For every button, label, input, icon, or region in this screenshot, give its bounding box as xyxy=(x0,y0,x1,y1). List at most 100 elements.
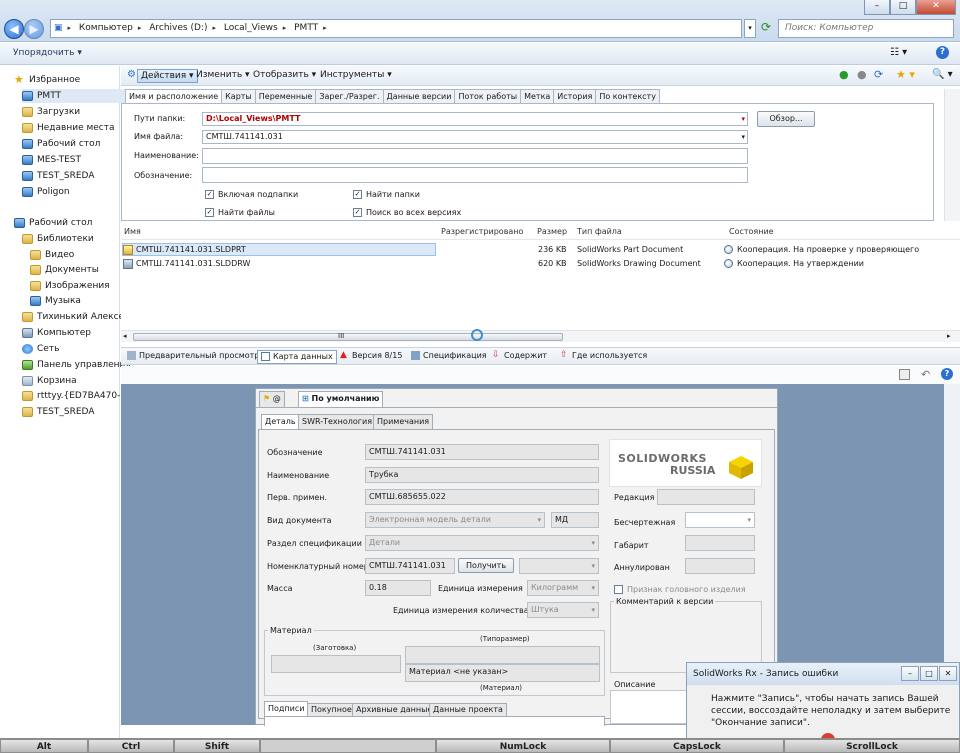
tab-part[interactable]: Деталь xyxy=(261,414,300,429)
tab-purchased[interactable]: Покупное xyxy=(307,703,356,716)
tab-where-used[interactable]: ⇧ Где используется xyxy=(557,350,650,364)
tab-card-default[interactable]: ⊞ По умолчанию xyxy=(298,391,384,407)
tab-cards[interactable]: Карты xyxy=(221,89,256,104)
refresh-icon[interactable]: ⟳ xyxy=(758,19,774,38)
name-field[interactable] xyxy=(202,148,748,164)
find-folders-checkbox[interactable]: ✓ Найти папки xyxy=(353,189,420,200)
tools-menu[interactable]: Инструменты ▾ xyxy=(317,69,395,83)
nav-pmtt[interactable]: PMTT xyxy=(22,89,142,103)
key-alt[interactable]: Alt xyxy=(0,739,88,753)
maximize-icon[interactable]: □ xyxy=(890,0,916,15)
card-help-icon[interactable]: ? xyxy=(941,368,953,380)
organize-button[interactable]: Упорядочить ▾ xyxy=(13,48,82,58)
popup-maximize-icon[interactable]: □ xyxy=(920,666,938,681)
spec-section-select[interactable]: Детали ▾ xyxy=(365,535,599,551)
nav-desktop[interactable]: Рабочий стол xyxy=(14,216,134,230)
tab-archive-data[interactable]: Архивные данные xyxy=(352,703,437,716)
blank-field[interactable] xyxy=(271,655,401,673)
overall-field[interactable] xyxy=(685,535,755,551)
col-checked-out[interactable]: Разрегистрировано xyxy=(441,227,523,236)
tab-version-data[interactable]: Данные версии xyxy=(382,89,456,104)
start-search-icon[interactable]: ● xyxy=(836,69,852,83)
breadcrumb[interactable]: ▣ ▸ Компьютер ▸ Archives (D:) ▸ Local_Views… xyxy=(50,19,742,38)
breadcrumb-computer[interactable]: Компьютер xyxy=(76,20,136,37)
tab-workflow[interactable]: Поток работы xyxy=(454,89,522,104)
search-all-versions-checkbox[interactable]: ✓ Поиск во всех версиях xyxy=(353,207,461,218)
tab-label[interactable]: Метка xyxy=(520,89,555,104)
popup-close-icon[interactable]: ✕ xyxy=(939,666,957,681)
scroll-thumb[interactable]: III xyxy=(133,332,563,341)
key-scrolllock[interactable]: ScrollLock xyxy=(784,739,960,753)
tab-project-data[interactable]: Данные проекта xyxy=(429,703,507,716)
key-capslock[interactable]: CapsLock xyxy=(610,739,784,753)
search-options-icon[interactable]: 🔍 ▾ xyxy=(929,69,956,83)
col-name[interactable]: Имя xyxy=(124,227,141,236)
doc-code-field[interactable]: МД xyxy=(551,512,599,528)
tab-signatures[interactable]: Подписи xyxy=(264,701,309,716)
tab-card-at[interactable]: ⚑ @ xyxy=(259,391,285,407)
tab-version[interactable]: ▲ Версия 8/15 xyxy=(337,350,405,364)
tab-history[interactable]: История xyxy=(553,89,597,104)
tab-bom[interactable]: Спецификация xyxy=(408,350,490,364)
browse-button[interactable]: Обзор... xyxy=(757,111,815,127)
card-name-field[interactable]: Трубка xyxy=(365,467,599,483)
qty-unit-select[interactable]: Штука ▾ xyxy=(527,602,599,618)
minimize-icon[interactable]: – xyxy=(864,0,890,15)
tab-variables[interactable]: Переменные xyxy=(254,89,317,104)
card-designation-field[interactable]: СМТШ.741141.031 xyxy=(365,444,599,460)
modify-menu[interactable]: Изменить ▾ xyxy=(193,69,253,83)
include-subfolders-checkbox[interactable]: ✓ Включая подпапки xyxy=(205,189,298,200)
key-shift[interactable]: Shift xyxy=(174,739,260,753)
display-menu[interactable]: Отобразить ▾ xyxy=(250,69,319,83)
edition-field[interactable] xyxy=(657,489,755,505)
mass-field[interactable]: 0.18 xyxy=(365,580,431,596)
key-ctrl[interactable]: Ctrl xyxy=(88,739,174,753)
favorites-search-icon[interactable]: ★ ▾ xyxy=(893,69,918,83)
doc-type-select[interactable]: Электронная модель детали ▾ xyxy=(365,512,545,528)
forward-icon[interactable]: ▶ xyxy=(24,19,44,39)
tab-notes[interactable]: Примечания xyxy=(373,414,434,429)
unit-select[interactable]: Килограмм ▾ xyxy=(527,580,599,596)
tab-contains[interactable]: ⇩ Содержит xyxy=(489,350,550,364)
designation-field[interactable] xyxy=(202,167,748,183)
search-input[interactable]: Поиск: Компьютер xyxy=(778,19,954,38)
file-name-field[interactable]: СМТШ.741141.031 ▾ xyxy=(202,130,748,144)
table-row[interactable]: СМТШ.741141.031.SLDPRT 236 KB SolidWorks… xyxy=(121,243,960,256)
folder-path-field[interactable]: D:\Local_Views\PMTT ▾ xyxy=(202,112,748,126)
breadcrumb-archives[interactable]: Archives (D:) xyxy=(146,20,210,37)
col-state[interactable]: Состояние xyxy=(729,227,774,236)
view-options-icon[interactable]: ☷ ▾ xyxy=(890,47,907,58)
tab-swr-tech[interactable]: SWR-Технология xyxy=(298,414,376,429)
key-space[interactable] xyxy=(260,739,436,753)
material-field[interactable]: Материал <не указан> xyxy=(405,664,600,682)
first-use-field[interactable]: СМТШ.685655.022 xyxy=(365,489,599,505)
tab-data-card[interactable]: Карта данных xyxy=(257,350,337,364)
col-file-type[interactable]: Тип файла xyxy=(577,227,622,236)
close-icon[interactable]: ✕ xyxy=(916,0,956,15)
col-size[interactable]: Размер xyxy=(537,227,567,236)
address-dropdown-icon[interactable]: ▾ xyxy=(744,19,756,38)
scroll-right-icon[interactable]: ▸ xyxy=(947,332,951,340)
breadcrumb-pmtt[interactable]: PMTT xyxy=(291,20,321,37)
back-icon[interactable]: ◀ xyxy=(4,19,24,39)
size-field[interactable] xyxy=(405,646,600,664)
drawingless-select[interactable]: ▾ xyxy=(685,512,755,528)
table-row[interactable]: СМТШ.741141.031.SLDDRW 620 KB SolidWorks… xyxy=(121,257,960,270)
item-number-select[interactable]: ▾ xyxy=(519,558,599,574)
cancelled-field[interactable] xyxy=(685,558,755,574)
find-files-checkbox[interactable]: ✓ Найти файлы xyxy=(205,207,275,218)
stop-search-icon[interactable]: ● xyxy=(854,69,870,83)
popup-minimize-icon[interactable]: – xyxy=(901,666,919,681)
tab-context[interactable]: По контексту xyxy=(595,89,660,104)
tab-preview[interactable]: Предварительный просмотр xyxy=(124,350,262,364)
tab-checked-in-out[interactable]: Зарег./Разрег. xyxy=(315,89,384,104)
undo-icon[interactable]: ↶ xyxy=(921,368,930,381)
save-icon[interactable] xyxy=(899,369,910,380)
breadcrumb-local-views[interactable]: Local_Views xyxy=(221,20,281,37)
refresh-search-icon[interactable]: ⟳ xyxy=(871,69,886,83)
item-number-field[interactable]: СМТШ.741141.031 xyxy=(365,558,455,574)
nav-favorites[interactable]: ★ Избранное xyxy=(14,73,134,87)
tab-name-location[interactable]: Имя и расположение xyxy=(125,89,223,104)
search-panel-scrollbar[interactable] xyxy=(944,89,960,221)
help-icon[interactable]: ? xyxy=(936,46,949,59)
